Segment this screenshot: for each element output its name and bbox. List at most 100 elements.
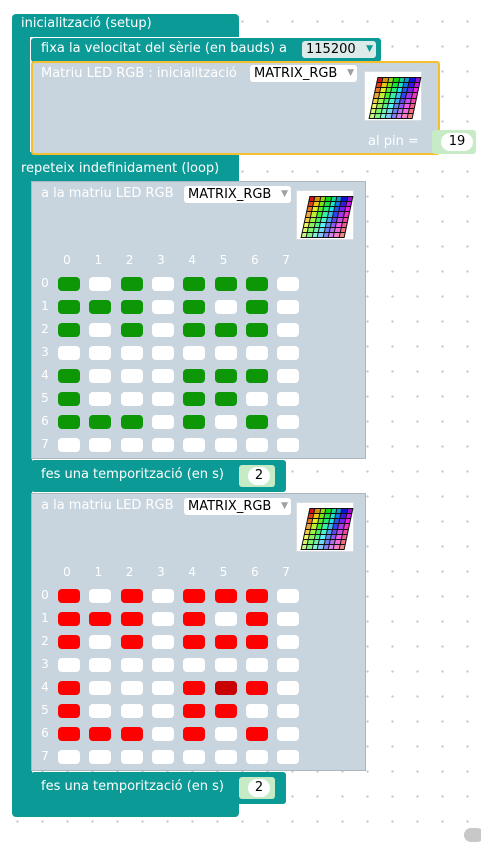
led-cell[interactable] bbox=[277, 415, 300, 429]
led-cell[interactable] bbox=[183, 750, 206, 764]
led-cell[interactable] bbox=[151, 369, 174, 383]
led-cell[interactable] bbox=[277, 681, 300, 695]
led-cell[interactable] bbox=[120, 300, 143, 314]
led-cell[interactable] bbox=[151, 635, 174, 649]
led-cell[interactable] bbox=[120, 681, 143, 695]
led-cell[interactable] bbox=[214, 346, 237, 360]
led-cell[interactable] bbox=[151, 277, 174, 291]
led-cell[interactable] bbox=[214, 612, 237, 626]
led-cell[interactable] bbox=[58, 635, 80, 649]
led-cell[interactable] bbox=[58, 277, 80, 291]
led-cell[interactable] bbox=[151, 346, 174, 360]
led-cell[interactable] bbox=[245, 727, 268, 741]
led-cell[interactable] bbox=[89, 323, 112, 337]
led-cell[interactable] bbox=[120, 635, 143, 649]
led-cell[interactable] bbox=[151, 589, 174, 603]
led-cell[interactable] bbox=[245, 300, 268, 314]
led-cell[interactable] bbox=[120, 750, 143, 764]
led-cell[interactable] bbox=[58, 750, 80, 764]
led-cell[interactable] bbox=[58, 300, 80, 314]
led-cell[interactable] bbox=[89, 300, 112, 314]
led-cell[interactable] bbox=[151, 300, 174, 314]
led-cell[interactable] bbox=[89, 658, 112, 672]
led-cell[interactable] bbox=[120, 415, 143, 429]
led-cell[interactable] bbox=[151, 323, 174, 337]
led-cell[interactable] bbox=[277, 323, 300, 337]
led-cell[interactable] bbox=[151, 438, 174, 452]
led-cell[interactable] bbox=[89, 346, 112, 360]
led-cell[interactable] bbox=[245, 635, 268, 649]
led-cell[interactable] bbox=[183, 438, 206, 452]
led-cell[interactable] bbox=[277, 300, 300, 314]
led-cell[interactable] bbox=[120, 704, 143, 718]
led-cell[interactable] bbox=[151, 727, 174, 741]
led-cell[interactable] bbox=[89, 635, 112, 649]
led-cell[interactable] bbox=[183, 369, 206, 383]
led-cell[interactable] bbox=[245, 750, 268, 764]
led-cell[interactable] bbox=[245, 681, 268, 695]
led-cell[interactable] bbox=[151, 392, 174, 406]
led-cell[interactable] bbox=[214, 277, 237, 291]
led-cell[interactable] bbox=[183, 589, 206, 603]
led-cell[interactable] bbox=[58, 589, 80, 603]
led-cell[interactable] bbox=[89, 589, 112, 603]
led-cell[interactable] bbox=[245, 392, 268, 406]
led-cell[interactable] bbox=[214, 438, 237, 452]
led-cell[interactable] bbox=[120, 277, 143, 291]
led-cell[interactable] bbox=[183, 415, 206, 429]
led-cell[interactable] bbox=[214, 369, 237, 383]
led-cell[interactable] bbox=[58, 323, 80, 337]
led-cell[interactable] bbox=[151, 681, 174, 695]
led-cell[interactable] bbox=[89, 438, 112, 452]
led-cell[interactable] bbox=[151, 704, 174, 718]
led-cell[interactable] bbox=[183, 392, 206, 406]
matrix-init-name-dropdown[interactable]: MATRIX_RGB ▼ bbox=[250, 65, 357, 82]
led-cell[interactable] bbox=[183, 300, 206, 314]
led-cell[interactable] bbox=[120, 612, 143, 626]
led-cell[interactable] bbox=[89, 415, 112, 429]
led-cell[interactable] bbox=[183, 612, 206, 626]
led-cell[interactable] bbox=[277, 612, 300, 626]
led-cell[interactable] bbox=[58, 658, 80, 672]
led-cell[interactable] bbox=[183, 704, 206, 718]
led-cell[interactable] bbox=[245, 704, 268, 718]
led-matrix-name-dropdown[interactable]: MATRIX_RGB ▼ bbox=[184, 498, 291, 515]
led-cell[interactable] bbox=[214, 635, 237, 649]
led-cell[interactable] bbox=[58, 369, 80, 383]
led-cell[interactable] bbox=[214, 300, 237, 314]
led-cell[interactable] bbox=[245, 277, 268, 291]
led-cell[interactable] bbox=[120, 392, 143, 406]
led-cell[interactable] bbox=[277, 727, 300, 741]
led-cell[interactable] bbox=[277, 704, 300, 718]
led-cell[interactable] bbox=[277, 369, 300, 383]
led-cell[interactable] bbox=[245, 438, 268, 452]
led-cell[interactable] bbox=[183, 727, 206, 741]
led-cell[interactable] bbox=[89, 392, 112, 406]
led-cell[interactable] bbox=[183, 323, 206, 337]
led-cell[interactable] bbox=[214, 392, 237, 406]
led-cell[interactable] bbox=[214, 704, 237, 718]
led-cell[interactable] bbox=[120, 589, 143, 603]
led-cell[interactable] bbox=[214, 681, 237, 695]
led-cell[interactable] bbox=[89, 612, 112, 626]
led-cell[interactable] bbox=[277, 589, 300, 603]
led-cell[interactable] bbox=[245, 612, 268, 626]
led-cell[interactable] bbox=[89, 727, 112, 741]
led-cell[interactable] bbox=[214, 750, 237, 764]
led-cell[interactable] bbox=[58, 704, 80, 718]
led-cell[interactable] bbox=[89, 681, 112, 695]
led-cell[interactable] bbox=[151, 750, 174, 764]
led-cell[interactable] bbox=[183, 658, 206, 672]
led-cell[interactable] bbox=[58, 415, 80, 429]
led-cell[interactable] bbox=[277, 346, 300, 360]
led-cell[interactable] bbox=[120, 323, 143, 337]
led-cell[interactable] bbox=[120, 438, 143, 452]
led-cell[interactable] bbox=[58, 346, 80, 360]
led-cell[interactable] bbox=[58, 681, 80, 695]
led-cell[interactable] bbox=[120, 727, 143, 741]
led-cell[interactable] bbox=[277, 438, 300, 452]
led-cell[interactable] bbox=[214, 589, 237, 603]
led-cell[interactable] bbox=[183, 681, 206, 695]
led-cell[interactable] bbox=[214, 415, 237, 429]
led-cell[interactable] bbox=[277, 658, 300, 672]
